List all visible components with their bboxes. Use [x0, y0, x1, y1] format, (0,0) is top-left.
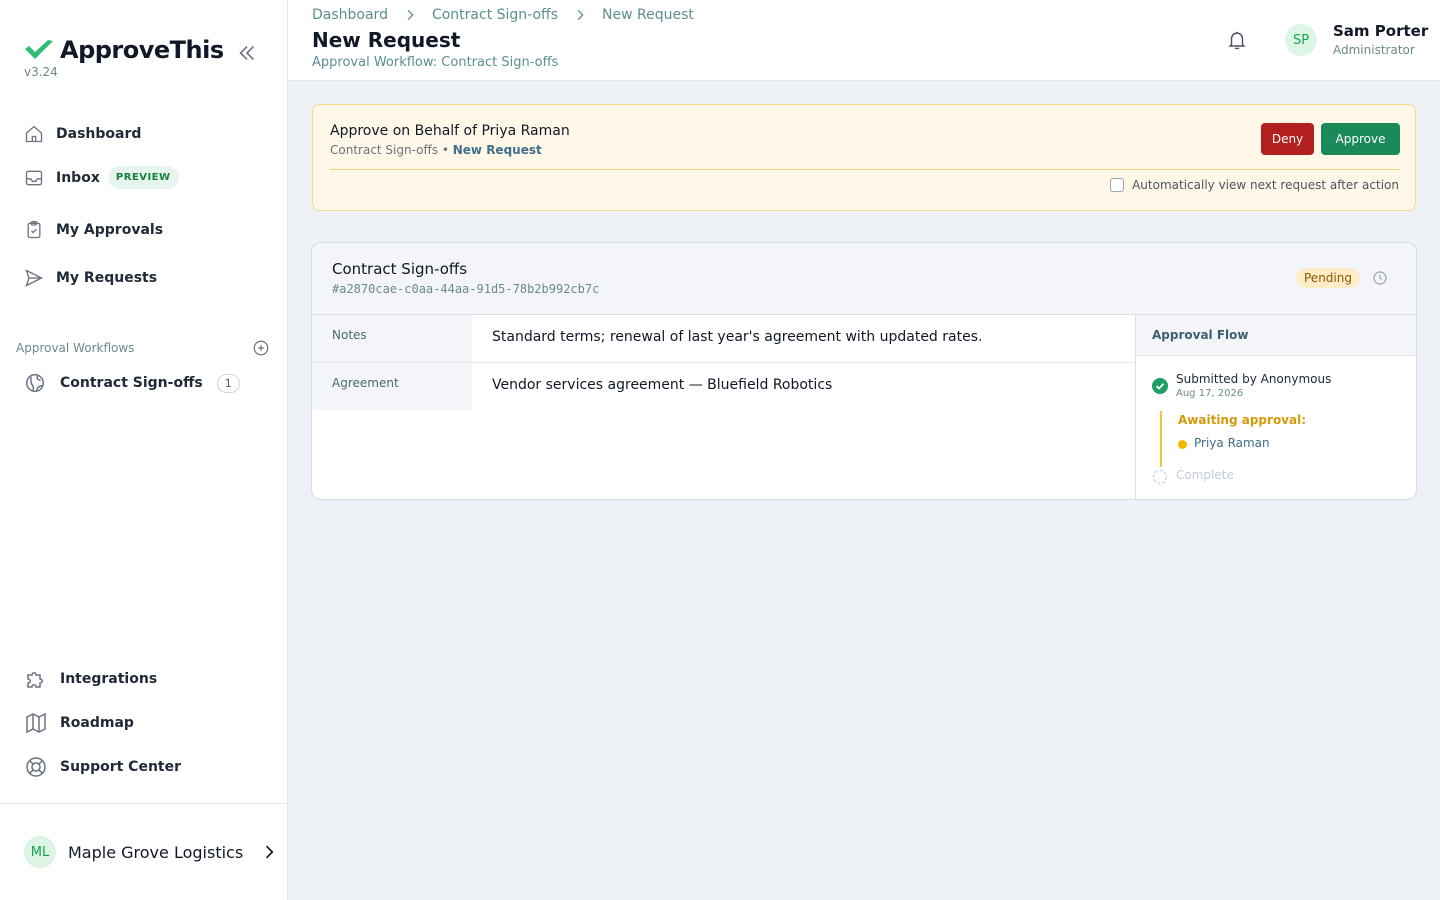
breadcrumb: Dashboard Contract Sign-offs New Request — [312, 7, 694, 23]
approve-button[interactable]: Approve — [1321, 123, 1400, 155]
submitted-by: Submitted by Anonymous — [1176, 372, 1332, 386]
user-role: Administrator — [1333, 43, 1415, 57]
behalf-crumb-request: New Request — [452, 143, 542, 157]
collapse-sidebar-icon[interactable] — [236, 42, 258, 64]
organization-switcher[interactable]: ML Maple Grove Logistics — [24, 836, 279, 868]
version-label: v3.24 — [24, 65, 58, 79]
globe-icon — [26, 374, 44, 392]
behalf-breadcrumb: Contract Sign-offs • New Request — [330, 143, 542, 157]
request-card-header: Contract Sign-offs #a2870cae-c0aa-44aa-9… — [312, 243, 1416, 315]
nav-support-label: Support Center — [60, 759, 182, 775]
field-label-agreement: Agreement — [312, 363, 472, 410]
nav-support-center[interactable]: Support Center — [24, 755, 181, 779]
page-title: New Request — [312, 28, 461, 52]
field-divider — [472, 362, 1135, 363]
awaiting-approval-label: Awaiting approval: — [1178, 413, 1307, 427]
approver-name: Priya Raman — [1194, 436, 1270, 450]
workflow-label: Contract Sign-offs — [60, 375, 203, 391]
nav-my-requests[interactable]: My Requests — [24, 268, 157, 288]
breadcrumb-workflow[interactable]: Contract Sign-offs — [432, 7, 558, 23]
nav-integrations[interactable]: Integrations — [24, 667, 157, 691]
breadcrumb-dashboard[interactable]: Dashboard — [312, 7, 388, 23]
brand-logo[interactable]: ApproveThis — [24, 36, 224, 64]
page-subtitle: Approval Workflow: Contract Sign-offs — [312, 55, 559, 70]
inbox-icon — [25, 170, 43, 185]
home-icon — [25, 125, 43, 143]
nav-inbox-label: Inbox — [56, 169, 100, 186]
field-value-notes: Standard terms; renewal of last year's a… — [492, 329, 983, 345]
auto-next-label: Automatically view next request after ac… — [1132, 178, 1399, 192]
breadcrumb-current: New Request — [602, 7, 694, 23]
workflow-contract-signoffs[interactable]: Contract Sign-offs 1 — [24, 372, 240, 394]
complete-step-label: Complete — [1176, 468, 1234, 482]
workflows-section-title: Approval Workflows — [16, 341, 135, 355]
nav-my-approvals[interactable]: My Approvals — [24, 220, 163, 240]
top-header: Dashboard Contract Sign-offs New Request… — [288, 0, 1440, 81]
auto-next-option[interactable]: Automatically view next request after ac… — [1110, 178, 1399, 192]
org-avatar: ML — [24, 836, 56, 868]
request-card: Contract Sign-offs #a2870cae-c0aa-44aa-9… — [311, 242, 1417, 500]
user-name: Sam Porter — [1333, 22, 1429, 40]
status-badge: Pending — [1296, 268, 1360, 288]
lifebuoy-icon — [26, 757, 46, 777]
approval-flow-title: Approval Flow — [1136, 315, 1416, 356]
clock-icon[interactable] — [1372, 270, 1388, 286]
user-avatar[interactable]: SP — [1285, 24, 1317, 56]
nav-roadmap-label: Roadmap — [60, 715, 134, 731]
pending-dot-icon — [1178, 440, 1187, 449]
clipboard-check-icon — [27, 221, 41, 239]
request-title: Contract Sign-offs — [332, 260, 468, 278]
bell-icon[interactable] — [1226, 29, 1248, 51]
checkmark-logo-icon — [25, 40, 53, 59]
chevron-right-icon — [577, 9, 584, 21]
org-name: Maple Grove Logistics — [68, 842, 244, 862]
send-icon — [25, 269, 43, 287]
add-workflow-icon[interactable] — [252, 339, 270, 357]
behalf-crumb-workflow: Contract Sign-offs — [330, 143, 439, 157]
chevron-right-icon — [266, 845, 274, 859]
puzzle-icon — [27, 672, 43, 688]
approval-flow-panel: Approval Flow Submitted by Anonymous Aug… — [1135, 315, 1416, 499]
submitted-date: Aug 17, 2026 — [1176, 388, 1244, 399]
behalf-title: Approve on Behalf of Priya Raman — [330, 123, 570, 139]
chevron-right-icon — [407, 9, 414, 21]
nav-my-approvals-label: My Approvals — [56, 222, 164, 238]
dashed-circle-icon — [1152, 469, 1168, 485]
nav-dashboard-label: Dashboard — [56, 126, 142, 142]
nav-dashboard[interactable]: Dashboard — [24, 124, 141, 144]
nav-my-requests-label: My Requests — [56, 270, 158, 286]
sidebar-divider — [0, 803, 288, 804]
brand-name: ApproveThis — [60, 36, 224, 64]
field-label-notes: Notes — [312, 315, 472, 362]
deny-button[interactable]: Deny — [1261, 123, 1314, 155]
auto-next-checkbox[interactable] — [1110, 178, 1125, 192]
flow-connector — [1160, 411, 1162, 467]
nav-integrations-label: Integrations — [60, 671, 158, 687]
behalf-crumb-separator: • — [438, 143, 453, 157]
map-icon — [26, 712, 46, 734]
behalf-divider — [330, 169, 1400, 170]
check-circle-icon — [1152, 378, 1168, 394]
nav-inbox[interactable]: Inbox PREVIEW — [24, 166, 179, 189]
request-id: #a2870cae-c0aa-44aa-91d5-78b2b992cb7c — [332, 282, 600, 296]
field-value-agreement: Vendor services agreement — Bluefield Ro… — [492, 377, 833, 393]
nav-roadmap[interactable]: Roadmap — [24, 711, 134, 735]
sidebar: ApproveThis v3.24 Dashboard Inbox PREVIE… — [0, 0, 288, 900]
workflow-count-badge: 1 — [216, 373, 240, 393]
approve-on-behalf-panel: Approve on Behalf of Priya Raman Contrac… — [312, 104, 1416, 211]
preview-badge: PREVIEW — [107, 166, 179, 189]
